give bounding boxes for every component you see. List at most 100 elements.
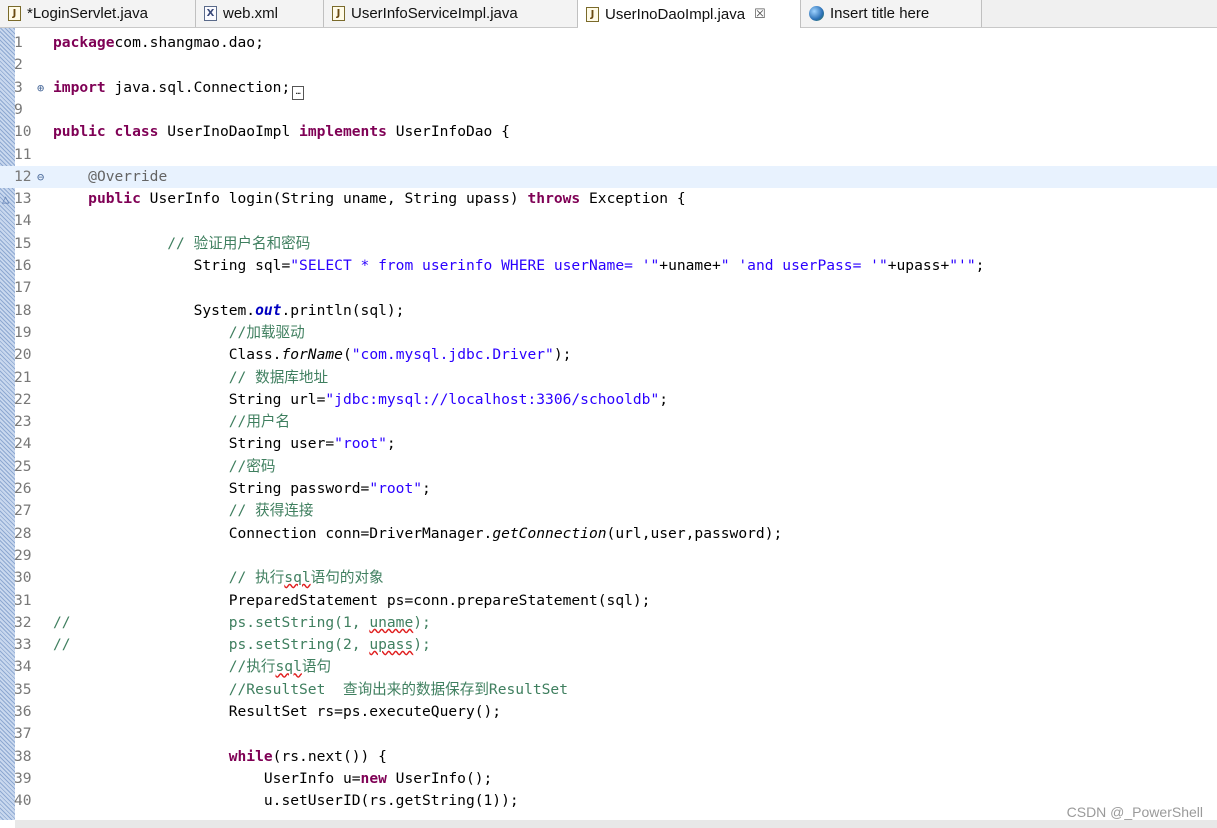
code-text[interactable]: String url="jdbc:mysql://localhost:3306/… xyxy=(53,389,668,411)
code-token: public class xyxy=(53,123,159,141)
code-line: 35 //ResultSet 查询出来的数据保存到ResultSet xyxy=(0,679,1217,701)
code-text[interactable]: // 数据库地址 xyxy=(53,367,328,389)
code-token: System. xyxy=(53,301,256,319)
code-text[interactable]: String sql="SELECT * from userinfo WHERE… xyxy=(53,255,985,277)
code-text[interactable]: PreparedStatement ps=conn.prepareStateme… xyxy=(53,590,651,612)
code-token: 数据库地址 xyxy=(255,368,329,386)
code-line: 25 //密码 xyxy=(0,456,1217,478)
code-text[interactable]: String user="root"; xyxy=(53,433,396,455)
code-text[interactable]: Class.forName("com.mysql.jdbc.Driver"); xyxy=(53,344,572,366)
code-token: (rs.next()) { xyxy=(272,747,387,765)
line-number: 36 xyxy=(14,703,32,720)
tab-1[interactable]: J *LoginServlet.java xyxy=(0,0,196,27)
tab-label: *LoginServlet.java xyxy=(27,5,148,22)
code-text[interactable]: //ResultSet 查询出来的数据保存到ResultSet xyxy=(53,679,568,701)
code-text[interactable]: // 执行sql语句的对象 xyxy=(53,567,384,589)
line-number: 27 xyxy=(14,502,32,520)
line-number: 26 xyxy=(14,480,32,497)
line-number: 40 xyxy=(14,792,32,810)
line-number: 31 xyxy=(14,591,32,609)
code-text[interactable]: packagecom.shangmao.dao; xyxy=(53,32,264,54)
code-line: 28 Connection conn=DriverManager.getConn… xyxy=(0,523,1217,545)
code-token: String xyxy=(53,257,256,274)
code-token: // xyxy=(228,457,247,475)
fold-collapse-icon[interactable]: ⊖ xyxy=(37,166,44,188)
code-token: UserInfo u= xyxy=(53,769,361,787)
code-text[interactable]: while(rs.next()) { xyxy=(53,746,387,768)
code-token: "root" xyxy=(369,480,423,497)
code-token: ; xyxy=(975,257,985,274)
code-text[interactable]: String password="root"; xyxy=(53,478,431,500)
code-line: 17 xyxy=(0,277,1217,299)
horizontal-scrollbar[interactable] xyxy=(15,820,1217,828)
code-text[interactable]: // ps.setString(1, uname); xyxy=(53,612,431,634)
java-file-icon: J xyxy=(586,6,599,22)
tab-3[interactable]: J UserInfoServiceImpl.java xyxy=(324,0,578,27)
line-number: 13 xyxy=(14,190,32,208)
tab-4[interactable]: J UserInoDaoImpl.java ☒ xyxy=(578,0,801,28)
close-tab-icon[interactable]: ☒ xyxy=(754,6,766,22)
code-token: UserInfo(); xyxy=(386,769,493,787)
line-number: 24 xyxy=(14,435,32,453)
code-text[interactable]: UserInfo u=new UserInfo(); xyxy=(53,768,492,790)
folded-imports-icon[interactable]: … xyxy=(292,85,305,100)
code-text[interactable]: //用户名 xyxy=(53,411,290,433)
code-text[interactable]: //执行sql语句 xyxy=(53,656,331,678)
code-text[interactable]: @Override xyxy=(53,166,167,188)
line-number: 1 xyxy=(14,34,23,51)
code-text[interactable]: u.setUserID(rs.getString(1)); xyxy=(53,790,519,812)
code-token: while xyxy=(228,747,273,765)
code-token: uname xyxy=(369,613,414,631)
code-text[interactable]: //加载驱动 xyxy=(53,322,305,344)
fold-expand-icon[interactable]: ⊕ xyxy=(37,77,44,99)
code-token: ); xyxy=(413,613,431,631)
line-number: 25 xyxy=(14,457,32,475)
code-token: "root" xyxy=(334,435,387,453)
code-token: = xyxy=(281,257,291,274)
line-number: 21 xyxy=(14,368,32,386)
code-text[interactable]: // ps.setString(2, upass); xyxy=(53,634,431,656)
code-token: +uname+ xyxy=(659,257,721,274)
line-number: 19 xyxy=(14,323,32,341)
code-text[interactable]: ResultSet rs=ps.executeQuery(); xyxy=(53,701,501,723)
line-number: 10 xyxy=(14,123,32,141)
line-number: 29 xyxy=(14,546,32,564)
code-text[interactable]: // 获得连接 xyxy=(53,500,314,522)
code-token: UserInoDaoImpl xyxy=(158,123,300,141)
code-text[interactable]: // 验证用户名和密码 xyxy=(53,233,310,255)
code-line: 18 System.out.println(sql); xyxy=(0,300,1217,322)
code-token: " 'and userPass= '" xyxy=(720,257,888,274)
code-token: ; xyxy=(386,435,396,453)
line-number: 11 xyxy=(14,145,32,163)
code-text[interactable]: System.out.println(sql); xyxy=(53,300,405,322)
line-number: 30 xyxy=(14,569,32,587)
code-text[interactable]: public UserInfo login(String uname, Stri… xyxy=(53,188,686,210)
code-text[interactable]: Connection conn=DriverManager.getConnect… xyxy=(53,523,783,545)
code-token: 执行 xyxy=(255,569,285,587)
tab-5[interactable]: Insert title here xyxy=(801,0,982,27)
code-line: 13 △ public UserInfo login(String uname, … xyxy=(0,188,1217,210)
tab-2[interactable]: Xweb.xml xyxy=(196,0,324,27)
line-number: 14 xyxy=(14,212,32,230)
line-number: 2 xyxy=(14,56,23,74)
code-line: 11 xyxy=(0,144,1217,166)
code-token: ); xyxy=(413,636,431,654)
code-text[interactable]: //密码 xyxy=(53,456,276,478)
code-token: 语句的对象 xyxy=(310,569,384,587)
code-token: Connection conn=DriverManager. xyxy=(53,524,493,542)
code-text[interactable]: import java.sql.Connection;… xyxy=(53,77,305,100)
code-line: 40 u.setUserID(rs.getString(1)); xyxy=(0,790,1217,812)
tab-label: UserInfoServiceImpl.java xyxy=(351,5,518,22)
code-line: 31 PreparedStatement ps=conn.prepareStat… xyxy=(0,590,1217,612)
code-token: "'" xyxy=(949,257,976,274)
code-line: 23 //用户名 xyxy=(0,411,1217,433)
code-token: 查询出来的数据保存到 xyxy=(342,680,489,698)
code-editor[interactable]: 1 packagecom.shangmao.dao; 2 3 ⊕ import java.… xyxy=(0,28,1217,828)
code-text[interactable]: public class UserInoDaoImpl implements U… xyxy=(53,121,510,143)
code-token: PreparedStatement ps=conn.prepareStateme… xyxy=(53,591,651,609)
code-token: .println(sql); xyxy=(281,301,405,319)
